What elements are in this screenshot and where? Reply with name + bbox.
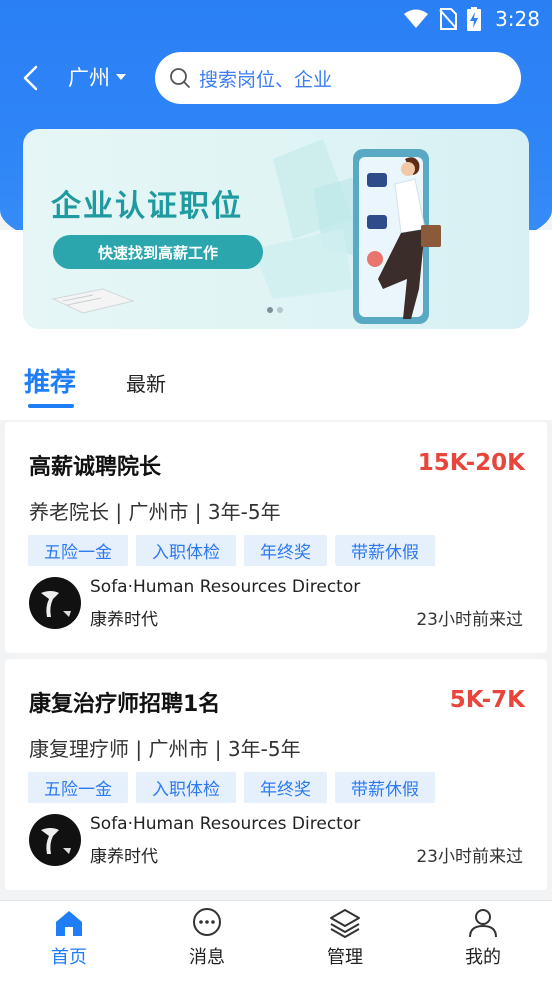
feed-tabs: 推荐 最新 <box>0 360 552 420</box>
nav-home[interactable]: 首页 <box>0 901 138 983</box>
job-tag: 入职体检 <box>136 535 236 566</box>
status-bar: 3:28 <box>0 0 552 38</box>
nav-manage[interactable]: 管理 <box>276 901 414 983</box>
last-active-time: 23小时前来过 <box>416 610 523 630</box>
nav-messages[interactable]: 消息 <box>138 901 276 983</box>
user-icon <box>469 909 497 938</box>
banner-title: 企业认证职位 <box>51 189 243 224</box>
job-tag: 五险一金 <box>28 535 128 566</box>
back-button[interactable] <box>18 64 46 92</box>
nav-profile[interactable]: 我的 <box>414 901 552 983</box>
job-tags: 五险一金 入职体检 年终奖 带薪休假 <box>28 772 435 803</box>
active-tab-indicator <box>28 404 74 408</box>
recruiter-name: Sofa·Human Resources Director <box>90 814 361 834</box>
city-selector[interactable]: 广州 <box>68 62 126 92</box>
clock-time: 3:28 <box>495 7 540 31</box>
promo-banner[interactable]: 企业认证职位 快速找到高薪工作 <box>23 129 529 329</box>
job-tags: 五险一金 入职体检 年终奖 带薪休假 <box>28 535 435 566</box>
nav-manage-label: 管理 <box>327 947 363 968</box>
job-salary: 5K-7K <box>449 687 525 713</box>
wifi-icon <box>403 9 429 29</box>
battery-charging-icon <box>467 7 482 31</box>
company-name: 康养时代 <box>90 610 158 630</box>
carousel-dot <box>277 307 283 313</box>
nav-messages-label: 消息 <box>189 947 225 968</box>
banner-illustration <box>51 139 441 324</box>
last-active-time: 23小时前来过 <box>416 847 523 867</box>
carousel-indicator <box>267 307 283 313</box>
job-meta: 养老院长 | 广州市 | 3年-5年 <box>29 500 281 524</box>
no-sim-icon <box>439 8 458 30</box>
job-meta: 康复理疗师 | 广州市 | 3年-5年 <box>29 737 301 761</box>
chevron-left-icon <box>23 65 38 91</box>
nav-profile-label: 我的 <box>465 947 501 968</box>
job-salary: 15K-20K <box>417 450 525 476</box>
job-tag: 年终奖 <box>244 535 327 566</box>
avatar <box>29 814 81 866</box>
bottom-navigation: 首页 消息 管理 我的 <box>0 900 552 983</box>
search-input[interactable]: 搜索岗位、企业 <box>155 52 521 104</box>
search-icon <box>170 68 190 88</box>
recruiter-name: Sofa·Human Resources Director <box>90 577 361 597</box>
home-icon <box>56 911 82 936</box>
chat-icon <box>193 908 221 936</box>
company-name: 康养时代 <box>90 847 158 867</box>
job-title: 高薪诚聘院长 <box>29 455 162 480</box>
job-title: 康复治疗师招聘1名 <box>29 692 221 717</box>
avatar <box>29 577 81 629</box>
job-tag: 入职体检 <box>136 772 236 803</box>
carousel-dot-active <box>267 307 273 313</box>
job-tag: 年终奖 <box>244 772 327 803</box>
caret-down-icon <box>116 74 126 80</box>
job-card[interactable]: 康复治疗师招聘1名 5K-7K 康复理疗师 | 广州市 | 3年-5年 五险一金… <box>5 659 547 890</box>
job-tag: 带薪休假 <box>335 772 435 803</box>
layers-icon <box>330 909 360 938</box>
search-placeholder: 搜索岗位、企业 <box>199 68 333 91</box>
tab-recommended[interactable]: 推荐 <box>24 362 76 399</box>
nav-home-label: 首页 <box>51 947 87 968</box>
top-header: 广州 搜索岗位、企业 <box>0 52 552 104</box>
job-card[interactable]: 高薪诚聘院长 15K-20K 养老院长 | 广州市 | 3年-5年 五险一金 入… <box>5 422 547 653</box>
banner-subtitle: 快速找到高薪工作 <box>53 235 263 269</box>
job-tag: 五险一金 <box>28 772 128 803</box>
city-label: 广州 <box>68 66 110 90</box>
job-tag: 带薪休假 <box>335 535 435 566</box>
tab-latest[interactable]: 最新 <box>126 368 166 397</box>
